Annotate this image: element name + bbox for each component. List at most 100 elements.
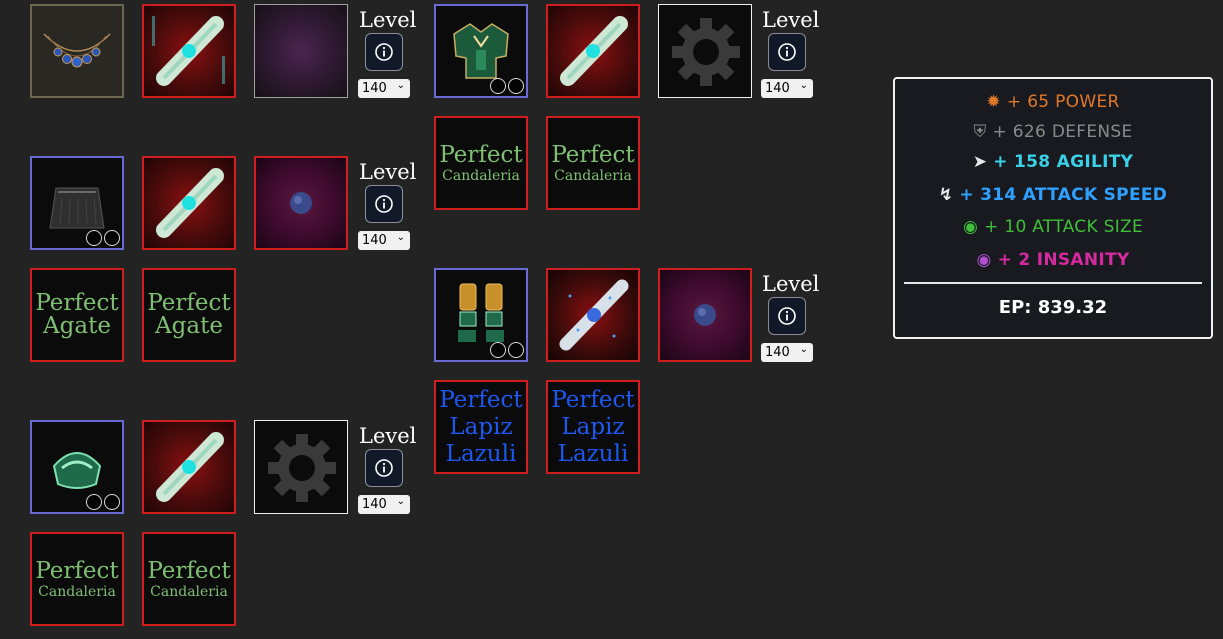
level-select-value: 140	[765, 81, 790, 96]
info-button[interactable]	[365, 185, 403, 223]
stat-sign: +	[984, 217, 999, 237]
stat-attack-size: ◉ + 10 ATTACK SIZE	[895, 217, 1211, 237]
enhance-scroll-slot[interactable]	[142, 420, 236, 514]
orb-slot[interactable]	[658, 268, 752, 362]
stat-sign: +	[1006, 92, 1022, 112]
empty-socket-icon	[508, 342, 524, 358]
level-select-value: 140	[362, 233, 387, 248]
orb-slot[interactable]	[254, 156, 348, 250]
chest-armor-slot[interactable]	[434, 4, 528, 98]
info-button[interactable]	[768, 33, 806, 71]
gem-slot-agate[interactable]: Perfect Agate	[142, 268, 236, 362]
gear-icon	[672, 18, 740, 86]
empty-rune-slot[interactable]	[254, 420, 348, 514]
level-select[interactable]: 140 ⌄	[761, 343, 813, 362]
info-button[interactable]	[365, 33, 403, 71]
necklace-slot[interactable]	[30, 4, 124, 98]
gem-name: Perfect	[439, 141, 523, 168]
stat-sign: +	[992, 122, 1008, 142]
empty-socket-icon	[86, 494, 102, 510]
chevron-down-icon: ⌄	[799, 80, 808, 91]
sockets	[490, 342, 524, 358]
sockets	[86, 494, 120, 510]
rune-slot[interactable]	[254, 4, 348, 98]
stats-panel: ✹ + 65 POWER ⛨ + 626 DEFENSE ➤ + 158 AGILIT…	[893, 77, 1213, 339]
enhance-scroll-slot[interactable]	[142, 156, 236, 250]
gear-icon	[268, 434, 336, 502]
level-select[interactable]: 140 ⌄	[358, 495, 410, 514]
smoke-icon	[255, 5, 347, 97]
gem-type: Candaleria	[38, 583, 116, 600]
sockets	[490, 78, 524, 94]
empty-socket-icon	[104, 230, 120, 246]
sockets	[86, 230, 120, 246]
gem-slot-agate[interactable]: Perfect Agate	[30, 268, 124, 362]
gem-slot-candaleria[interactable]: Perfect Candaleria	[434, 116, 528, 210]
level-select[interactable]: 140 ⌄	[358, 231, 410, 250]
level-select-value: 140	[765, 345, 790, 360]
shield-icon: ⛨	[973, 122, 987, 142]
gem-type: Candaleria	[442, 167, 520, 184]
info-icon	[778, 307, 796, 325]
scroll-icon	[156, 432, 224, 502]
gem-name: Perfect	[147, 557, 231, 584]
gem-name: Perfect	[551, 386, 635, 413]
level-label: Level	[359, 424, 417, 448]
gem-type: Candaleria	[150, 583, 228, 600]
level-select[interactable]: 140 ⌄	[358, 79, 410, 98]
orb-icon	[694, 304, 716, 326]
chevron-down-icon: ⌄	[396, 232, 405, 243]
gem-name: Perfect	[439, 386, 523, 413]
gem-name: Perfect	[147, 290, 231, 316]
stat-text: 2 INSANITY	[1018, 250, 1130, 270]
enhance-scroll-slot[interactable]	[546, 268, 640, 362]
cape-slot[interactable]	[30, 156, 124, 250]
scroll-icon	[152, 16, 225, 86]
divider	[904, 282, 1202, 284]
gem-slot-lapiz-lazuli[interactable]: Perfect Lapiz Lazuli	[434, 380, 528, 474]
planet-icon: ◉	[962, 217, 979, 237]
gem-type: Lazuli	[445, 440, 517, 467]
star-burst-icon: ✹	[986, 92, 1001, 112]
stat-agility: ➤ + 158 AGILITY	[895, 152, 1211, 172]
stat-text: 158 AGILITY	[1014, 152, 1134, 172]
gem-type: Candaleria	[554, 167, 632, 184]
info-icon	[375, 43, 393, 61]
stat-text: 65 POWER	[1027, 92, 1120, 112]
empty-socket-icon	[508, 78, 524, 94]
gem-slot-candaleria[interactable]: Perfect Candaleria	[30, 532, 124, 626]
scroll-icon	[156, 168, 224, 238]
gem-name: Perfect	[35, 290, 119, 316]
enhance-scroll-slot[interactable]	[142, 4, 236, 98]
gem-type: Agate	[43, 313, 111, 339]
gem-slot-candaleria[interactable]: Perfect Candaleria	[546, 116, 640, 210]
running-icon: ➤	[972, 152, 988, 172]
ep-total: EP: 839.32	[998, 297, 1108, 318]
level-label: Level	[359, 8, 417, 32]
stat-text: 626 DEFENSE	[1012, 122, 1133, 142]
stat-defense: ⛨ + 626 DEFENSE	[895, 122, 1211, 142]
info-button[interactable]	[365, 449, 403, 487]
empty-socket-icon	[104, 494, 120, 510]
info-icon	[375, 195, 393, 213]
gem-name: Perfect	[551, 141, 635, 168]
gem-name: Perfect	[35, 557, 119, 584]
gem-type: Lazuli	[557, 440, 629, 467]
level-select-value: 140	[362, 81, 387, 96]
enhance-scroll-slot[interactable]	[546, 4, 640, 98]
info-button[interactable]	[768, 297, 806, 335]
gem-type: Lapiz	[561, 413, 625, 440]
gem-type: Lapiz	[449, 413, 513, 440]
level-select[interactable]: 140 ⌄	[761, 79, 813, 98]
empty-socket-icon	[490, 342, 506, 358]
leg-armor-slot[interactable]	[434, 268, 528, 362]
chevron-down-icon: ⌄	[799, 344, 808, 355]
gem-slot-candaleria[interactable]: Perfect Candaleria	[142, 532, 236, 626]
empty-socket-icon	[86, 230, 102, 246]
info-icon	[375, 459, 393, 477]
empty-socket-icon	[490, 78, 506, 94]
gem-slot-lapiz-lazuli[interactable]: Perfect Lapiz Lazuli	[546, 380, 640, 474]
empty-rune-slot[interactable]	[658, 4, 752, 98]
helm-slot[interactable]	[30, 420, 124, 514]
stat-attack-speed: ↯ + 314 ATTACK SPEED	[895, 185, 1211, 205]
